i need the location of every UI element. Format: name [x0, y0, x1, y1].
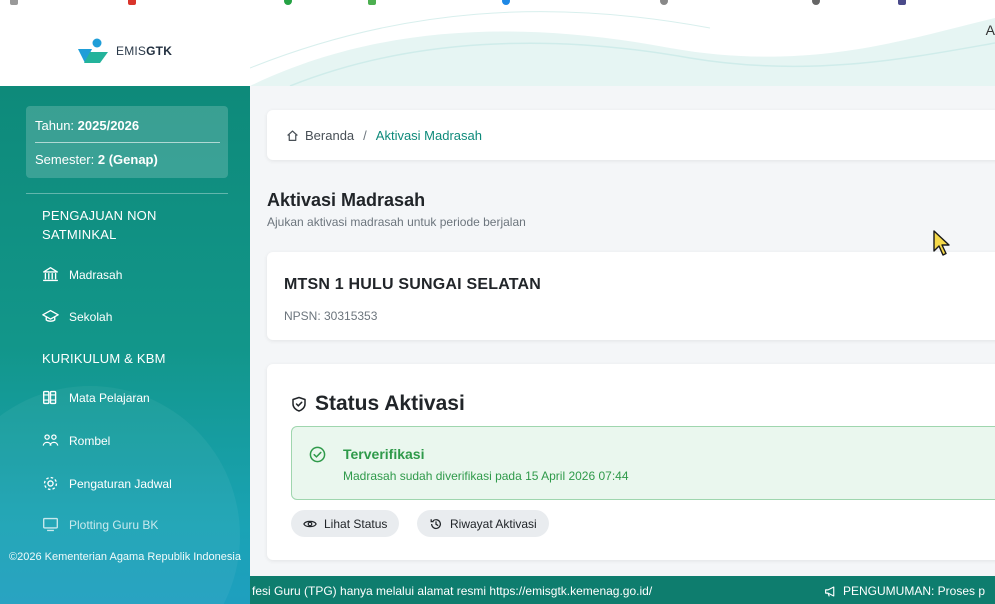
main-content: Beranda / Aktivasi Madrasah Aktivasi Mad… [250, 86, 995, 576]
sidebar-item-rombel[interactable]: Rombel [42, 432, 110, 449]
activation-history-label: Riwayat Aktivasi [450, 516, 537, 531]
logo-mark-icon [78, 38, 108, 63]
check-circle-icon [309, 446, 326, 463]
bookmarks-bar [0, 0, 995, 8]
period-divider [35, 142, 220, 143]
bookmark-item[interactable] [898, 0, 910, 7]
ticker-announcement: PENGUMUMAN: Proses p [824, 584, 985, 598]
logo-text: EMISGTK [116, 44, 173, 58]
breadcrumb: Beranda / Aktivasi Madrasah [267, 110, 995, 160]
bookmark-item[interactable] [284, 0, 296, 7]
gear-icon [43, 476, 58, 491]
school-card: MTSN 1 HULU SUNGAI SELATAN NPSN: 3031535… [267, 252, 995, 340]
shield-check-icon [292, 396, 306, 412]
sidebar-item-label: Plotting Guru BK [69, 517, 159, 532]
activation-history-button[interactable]: Riwayat Aktivasi [417, 510, 549, 537]
page-title: Aktivasi Madrasah [267, 190, 426, 210]
mouse-cursor-icon [933, 230, 950, 256]
sidebar-item-pengaturan-jadwal[interactable]: Pengaturan Jadwal [42, 475, 172, 492]
status-card: Status Aktivasi Terverifikasi Madrasah s… [267, 364, 995, 560]
header-user-name[interactable]: A [986, 22, 995, 38]
sidebar-item-label: Sekolah [69, 309, 113, 324]
sidebar-footer: ©2026 Kementerian Agama Republik Indones… [9, 551, 241, 563]
announcement-ticker: fesi Guru (TPG) hanya melalui alamat res… [250, 576, 995, 604]
period-semester: Semester: 2 (Genap) [35, 152, 158, 167]
page-subtitle: Ajukan aktivasi madrasah untuk periode b… [267, 215, 526, 229]
bookmark-item[interactable] [660, 0, 672, 7]
status-heading: Status Aktivasi [291, 392, 465, 416]
ticker-text: fesi Guru (TPG) hanya melalui alamat res… [252, 584, 653, 598]
sidebar-item-sekolah[interactable]: Sekolah [42, 308, 112, 325]
app-header: EMISGTK A [0, 8, 995, 86]
sidebar-item-madrasah[interactable]: Madrasah [42, 266, 122, 283]
status-alert: Terverifikasi Madrasah sudah diverifikas… [291, 426, 995, 500]
building-columns-icon [43, 267, 58, 282]
megaphone-icon [825, 585, 835, 597]
sidebar-item-label: Rombel [69, 433, 111, 448]
ticker-announcement-text: PENGUMUMAN: Proses p [843, 584, 986, 598]
sidebar-section-pengajuan: PENGAJUAN NON SATMINKAL [42, 208, 157, 242]
board-icon [43, 517, 58, 532]
view-status-button[interactable]: Lihat Status [291, 510, 400, 537]
alert-title: Terverifikasi [343, 446, 425, 462]
users-group-icon [42, 434, 59, 446]
breadcrumb-home[interactable]: Beranda [305, 128, 354, 143]
bookmark-item[interactable] [128, 0, 140, 7]
view-status-label: Lihat Status [324, 516, 388, 531]
bookmark-item[interactable] [10, 0, 22, 7]
school-name: MTSN 1 HULU SUNGAI SELATAN [284, 276, 542, 293]
bookmark-item[interactable] [812, 0, 824, 7]
status-title: Status Aktivasi [315, 392, 465, 415]
sidebar-item-label: Mata Pelajaran [69, 390, 150, 405]
period-card: Tahun: 2025/2026 Semester: 2 (Genap) [26, 106, 228, 178]
sidebar-item-label: Madrasah [69, 267, 123, 282]
home-icon [287, 129, 298, 141]
bookmark-item[interactable] [368, 0, 380, 7]
alert-message: Madrasah sudah diverifikasi pada 15 Apri… [343, 469, 629, 483]
sidebar-item-label: Pengaturan Jadwal [69, 476, 172, 491]
bookmark-item[interactable] [502, 0, 514, 7]
sidebar: Tahun: 2025/2026 Semester: 2 (Genap) PEN… [0, 86, 250, 604]
sidebar-item-plotting-guru-bk[interactable]: Plotting Guru BK [42, 516, 158, 533]
books-icon [43, 390, 57, 405]
school-npsn: NPSN: 30315353 [284, 309, 378, 323]
breadcrumb-separator: / [363, 127, 367, 143]
period-year: Tahun: 2025/2026 [35, 118, 140, 133]
sidebar-divider [26, 193, 228, 194]
eye-icon [303, 520, 317, 527]
header-wave-decoration [250, 11, 995, 86]
sidebar-item-mata-pelajaran[interactable]: Mata Pelajaran [42, 389, 150, 406]
sidebar-section-kurikulum: KURIKULUM & KBM [42, 351, 166, 366]
app-logo[interactable]: EMISGTK [76, 38, 172, 64]
history-icon [430, 518, 441, 529]
graduation-cap-icon [42, 309, 59, 322]
breadcrumb-current: Aktivasi Madrasah [375, 127, 482, 143]
